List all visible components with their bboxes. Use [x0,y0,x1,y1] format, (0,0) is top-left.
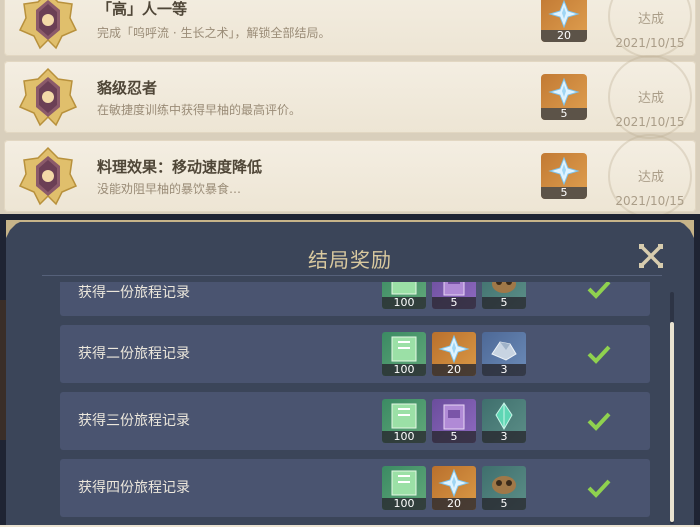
reward-row-label: 获得一份旅程记录 [78,285,190,301]
reward-item[interactable]: 100 [382,399,426,443]
raccoon-icon [492,282,516,293]
achievement-date: 2021/10/15 [615,194,685,208]
reward-item-count: 3 [482,431,526,443]
reward-item-count: 100 [382,431,426,443]
achievement-description: 在敏捷度训练中获得早柚的最高评价。 [97,103,302,117]
achievement-reward: 5 [541,153,587,199]
achievement-reward: 20 [541,0,587,42]
ending-rewards-dialog: 结局奖励 获得一份旅程记录 100 5 5 获得二份旅程记录 100 20 3 … [6,220,694,525]
achievement-emblem-icon [18,0,78,50]
achievement-emblem-icon [18,67,78,127]
reward-item-count: 5 [482,498,526,510]
reward-item-count: 100 [382,498,426,510]
reward-item[interactable]: 5 [482,466,526,510]
close-icon[interactable] [637,242,665,270]
reward-item[interactable]: 100 [382,332,426,376]
reward-item[interactable]: 20 [432,466,476,510]
claimed-check-icon [587,412,611,431]
primogem-icon [548,156,580,186]
reward-row-label: 获得四份旅程记录 [78,480,190,496]
reward-count: 5 [541,108,587,120]
raccoon-icon [492,476,516,494]
reward-row: 获得四份旅程记录 100 20 5 [60,459,650,517]
reward-item-count: 3 [482,364,526,376]
reward-item-count: 100 [382,364,426,376]
scrollbar-thumb[interactable] [670,322,674,522]
achievement-date: 2021/10/15 [615,36,685,50]
crystal-icon [495,402,513,431]
exp-book-icon [391,470,417,496]
achievement-status: 达成 [637,170,664,185]
achievement-row[interactable]: 料理效果：移动速度降低 没能劝阻早柚的暴饮暴食… 5 达成 2021/10/15 [4,134,696,218]
achievement-date: 2021/10/15 [615,115,685,129]
achievement-description: 完成「呜呼流 · 生长之术」，解锁全部结局。 [97,26,331,40]
achievement-title: 料理效果：移动速度降低 [97,158,263,176]
achievement-emblem-icon [18,146,78,206]
exp-book-icon [391,336,417,362]
reward-row: 获得二份旅程记录 100 20 3 [60,325,650,383]
achievement-description: 没能劝阻早柚的暴饮暴食… [97,182,242,196]
primogem-icon [548,77,580,107]
corner-ornament-icon [6,220,24,238]
achievement-status: 达成 [637,91,664,106]
claimed-check-icon [587,282,611,299]
reward-row-label: 获得三份旅程记录 [78,413,190,429]
claimed-check-icon [587,479,611,498]
reward-item[interactable]: 3 [482,332,526,376]
reward-item-count: 5 [432,431,476,443]
achievement-reward: 5 [541,74,587,120]
title-divider [42,275,662,276]
reward-count: 20 [541,30,587,42]
reward-item[interactable]: 5 [432,282,476,309]
exp-book-icon [391,282,417,295]
reward-item[interactable]: 5 [482,282,526,309]
reward-row: 获得三份旅程记录 100 5 3 [60,392,650,450]
achievement-row[interactable]: 貉级忍者 在敏捷度训练中获得早柚的最高评价。 5 达成 2021/10/15 [4,55,696,139]
reward-item[interactable]: 100 [382,466,426,510]
reward-item[interactable]: 3 [482,399,526,443]
reward-item-count: 100 [382,297,426,309]
reward-list[interactable]: 获得一份旅程记录 100 5 5 获得二份旅程记录 100 20 3 获得三份旅… [60,282,650,527]
ore-icon [491,341,517,361]
reward-item[interactable]: 20 [432,332,476,376]
achievement-row[interactable]: 「高」人一等 完成「呜呼流 · 生长之术」，解锁全部结局。 20 达成 2021… [4,0,696,58]
reward-item-count: 20 [432,498,476,510]
primogem-icon [438,468,470,498]
claimed-check-icon [587,345,611,364]
achievement-title: 貉级忍者 [97,79,158,97]
achievement-title: 「高」人一等 [97,0,188,18]
reward-item[interactable]: 5 [432,399,476,443]
reward-item-count: 5 [482,297,526,309]
primogem-icon [438,334,470,364]
achievement-list: 「高」人一等 完成「呜呼流 · 生长之术」，解锁全部结局。 20 达成 2021… [0,0,700,218]
achievement-status: 达成 [637,12,664,27]
corner-ornament-icon [676,220,694,238]
reward-item-count: 5 [432,297,476,309]
reward-row-label: 获得二份旅程记录 [78,346,190,362]
dialog-title: 结局奖励 [308,248,392,272]
reward-row: 获得一份旅程记录 100 5 5 [60,282,650,316]
purple-book-icon [443,404,465,430]
reward-item-count: 20 [432,364,476,376]
exp-book-icon [391,403,417,429]
reward-item[interactable]: 100 [382,282,426,309]
reward-count: 5 [541,187,587,199]
primogem-icon [548,0,580,29]
purple-book-icon [443,282,465,296]
